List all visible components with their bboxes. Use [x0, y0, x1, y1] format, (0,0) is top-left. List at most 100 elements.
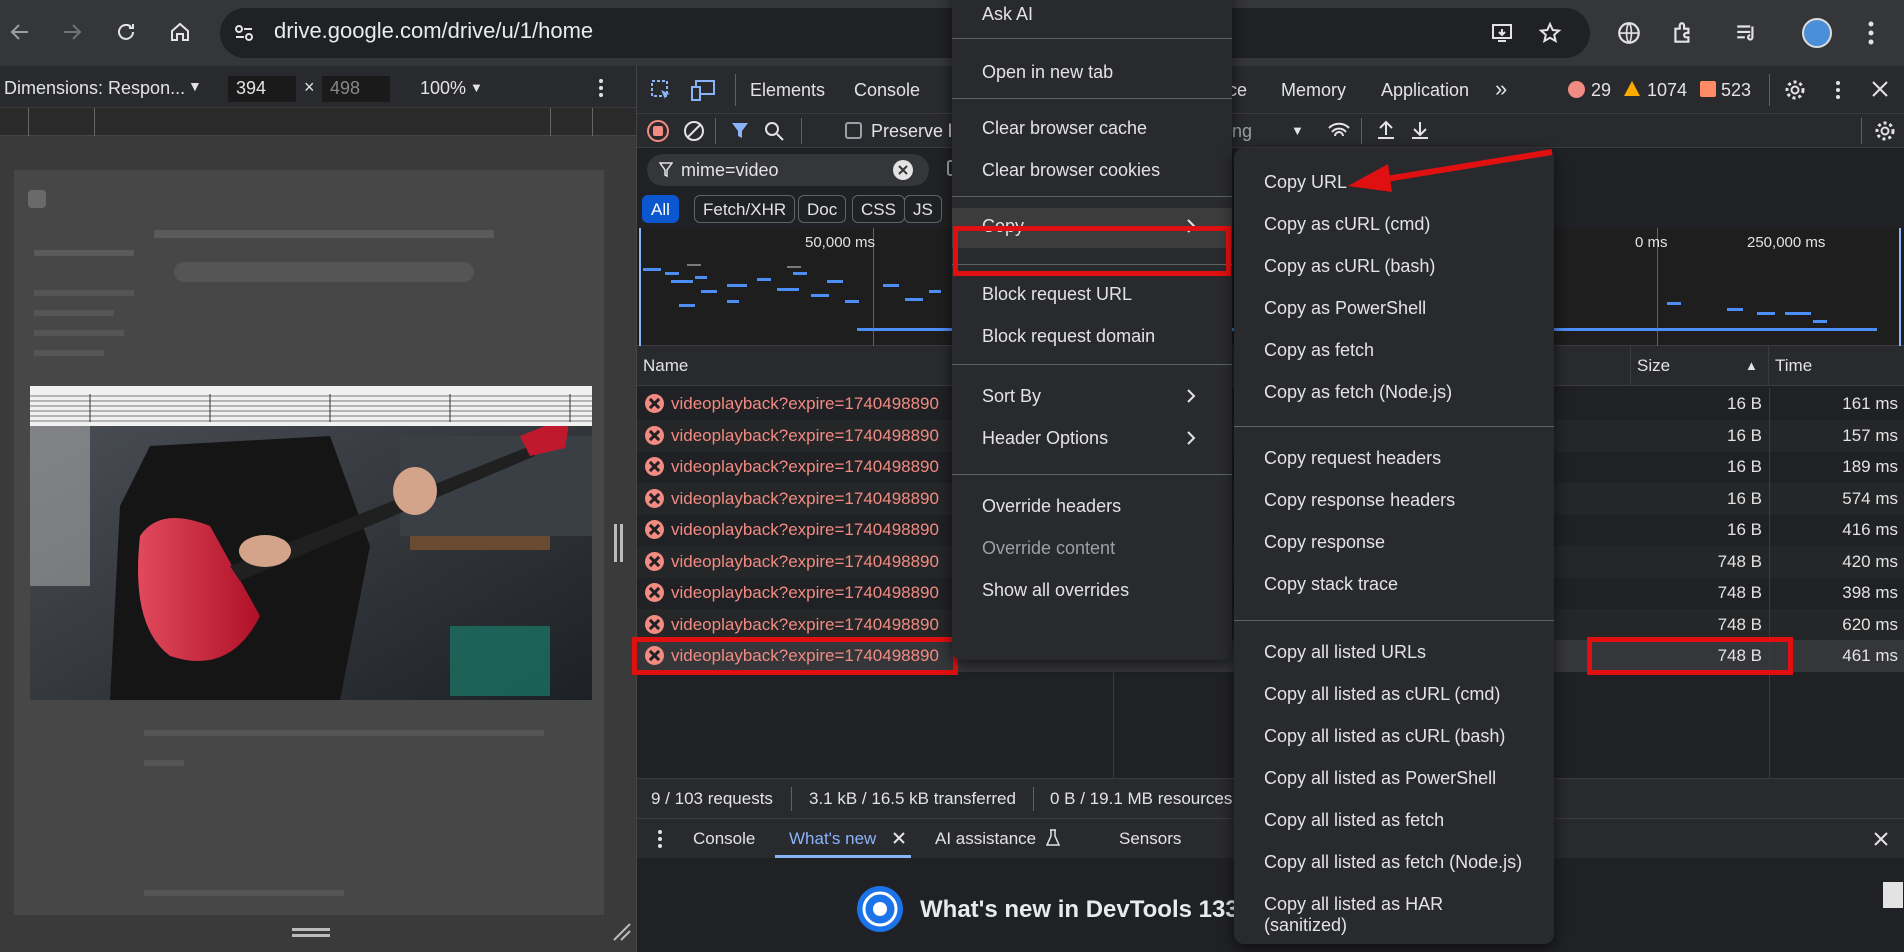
- issues-count[interactable]: 523: [1721, 80, 1751, 101]
- tab-application[interactable]: Application: [1381, 80, 1469, 101]
- media-controls-icon[interactable]: [1734, 20, 1760, 46]
- column-name[interactable]: Name: [643, 356, 688, 376]
- menu-item-copy-fetch-node[interactable]: Copy as fetch (Node.js): [1234, 374, 1554, 414]
- menu-item-block-domain[interactable]: Block request domain: [952, 318, 1232, 358]
- network-settings-icon[interactable]: [1873, 119, 1897, 143]
- menu-item-sort-by[interactable]: Sort By: [952, 378, 1232, 418]
- url-text[interactable]: drive.google.com/drive/u/1/home: [274, 18, 593, 44]
- menu-item-copy-response[interactable]: Copy response: [1234, 524, 1554, 564]
- drawer-tab-sensors[interactable]: Sensors: [1119, 829, 1181, 849]
- chevron-down-icon[interactable]: ▼: [1291, 123, 1304, 138]
- type-filter-doc[interactable]: Doc: [798, 195, 847, 223]
- menu-item-ask-ai[interactable]: Ask AI: [952, 0, 1232, 36]
- menu-item-copy-fetch[interactable]: Copy as fetch: [1234, 332, 1554, 372]
- request-name[interactable]: videoplayback?expire=1740498890: [671, 426, 939, 446]
- settings-gear-icon[interactable]: [1783, 78, 1807, 102]
- menu-item-copy-request-headers[interactable]: Copy request headers: [1234, 440, 1554, 480]
- menu-item-copy-all-curl-cmd[interactable]: Copy all listed as cURL (cmd): [1234, 676, 1554, 716]
- menu-item-block-url[interactable]: Block request URL: [952, 276, 1232, 316]
- request-name[interactable]: videoplayback?expire=1740498890: [671, 489, 939, 509]
- type-filter-css[interactable]: CSS: [852, 195, 905, 223]
- bookmark-star-icon[interactable]: [1538, 21, 1562, 45]
- warning-count[interactable]: 1074: [1647, 80, 1687, 101]
- close-devtools-icon[interactable]: [1871, 80, 1889, 98]
- chevron-down-icon[interactable]: ▼: [470, 80, 483, 95]
- request-name[interactable]: videoplayback?expire=1740498890: [671, 394, 939, 414]
- menu-item-override-headers[interactable]: Override headers: [952, 488, 1232, 528]
- clear-icon[interactable]: [683, 120, 705, 142]
- tab-memory[interactable]: Memory: [1281, 80, 1346, 101]
- more-options-icon[interactable]: [598, 78, 604, 98]
- install-app-icon[interactable]: [1490, 21, 1514, 45]
- filter-text[interactable]: mime=video: [681, 160, 779, 181]
- export-har-icon[interactable]: [1409, 119, 1431, 141]
- clear-filter-icon[interactable]: [893, 160, 913, 180]
- menu-item-copy-powershell[interactable]: Copy as PowerShell: [1234, 290, 1554, 330]
- drawer-tab-console[interactable]: Console: [693, 829, 755, 849]
- preserve-log-label[interactable]: Preserve lo: [871, 121, 962, 142]
- type-filter-fetch-xhr[interactable]: Fetch/XHR: [694, 195, 796, 223]
- menu-item-copy-curl-bash[interactable]: Copy as cURL (bash): [1234, 248, 1554, 288]
- inspect-element-icon[interactable]: [649, 78, 673, 102]
- zoom-dropdown[interactable]: 100%: [420, 78, 466, 99]
- menu-item-open-new-tab[interactable]: Open in new tab: [952, 54, 1232, 94]
- column-time[interactable]: Time: [1775, 356, 1812, 376]
- profile-avatar[interactable]: [1802, 18, 1832, 48]
- back-icon[interactable]: [2, 14, 38, 50]
- device-toggle-icon[interactable]: [691, 78, 717, 102]
- record-stop-icon[interactable]: [647, 120, 669, 142]
- menu-item-copy-all-powershell[interactable]: Copy all listed as PowerShell: [1234, 760, 1554, 800]
- forward-icon[interactable]: [54, 14, 90, 50]
- resize-corner-icon[interactable]: [612, 922, 632, 942]
- translate-icon[interactable]: [1616, 20, 1642, 46]
- more-tabs-icon[interactable]: »: [1495, 76, 1507, 102]
- drawer-menu-icon[interactable]: [657, 829, 663, 849]
- height-input[interactable]: 498: [322, 76, 390, 102]
- dimensions-dropdown[interactable]: Dimensions: Respon...: [4, 78, 185, 99]
- error-count[interactable]: 29: [1591, 80, 1611, 101]
- request-name[interactable]: videoplayback?expire=1740498890: [671, 520, 939, 540]
- drawer-tab-whats-new[interactable]: What's new: [789, 829, 876, 849]
- column-size[interactable]: Size: [1637, 356, 1670, 376]
- filter-icon[interactable]: [729, 119, 753, 143]
- menu-item-clear-cache[interactable]: Clear browser cache: [952, 110, 1232, 150]
- tab-elements[interactable]: Elements: [750, 80, 825, 101]
- chrome-menu-icon[interactable]: [1866, 20, 1876, 46]
- reload-icon[interactable]: [108, 14, 144, 50]
- menu-item-clear-cookies[interactable]: Clear browser cookies: [952, 152, 1232, 192]
- chevron-down-icon[interactable]: ▼: [188, 78, 202, 94]
- menu-item-copy-all-urls[interactable]: Copy all listed URLs: [1234, 634, 1554, 674]
- menu-item-header-options[interactable]: Header Options: [952, 420, 1232, 460]
- tab-console[interactable]: Console: [854, 80, 920, 101]
- site-info-icon[interactable]: [232, 21, 256, 45]
- home-icon[interactable]: [162, 14, 198, 50]
- search-icon[interactable]: [763, 120, 785, 142]
- menu-item-copy-response-headers[interactable]: Copy response headers: [1234, 482, 1554, 522]
- request-name[interactable]: videoplayback?expire=1740498890: [671, 457, 939, 477]
- menu-item-copy-stack-trace[interactable]: Copy stack trace: [1234, 566, 1554, 606]
- request-name[interactable]: videoplayback?expire=1740498890: [671, 583, 939, 603]
- menu-item-copy-all-curl-bash[interactable]: Copy all listed as cURL (bash): [1234, 718, 1554, 758]
- menu-item-copy-curl-cmd[interactable]: Copy as cURL (cmd): [1234, 206, 1554, 246]
- close-tab-icon[interactable]: [892, 831, 906, 845]
- menu-item-copy-all-fetch-node[interactable]: Copy all listed as fetch (Node.js): [1234, 844, 1554, 884]
- preserve-log-checkbox[interactable]: [845, 122, 862, 139]
- width-input[interactable]: 394: [228, 76, 296, 102]
- type-filter-all[interactable]: All: [642, 195, 679, 223]
- menu-item-copy-all-fetch[interactable]: Copy all listed as fetch: [1234, 802, 1554, 842]
- request-name[interactable]: videoplayback?expire=1740498890: [671, 615, 939, 635]
- drawer-tab-ai-assistance[interactable]: AI assistance: [935, 829, 1036, 849]
- menu-item-copy-all-har[interactable]: Copy all listed as HAR (sanitized): [1234, 886, 1554, 935]
- resize-handle-vertical[interactable]: [614, 524, 617, 562]
- filter-input[interactable]: mime=video: [647, 154, 929, 186]
- network-conditions-icon[interactable]: [1327, 120, 1351, 142]
- type-filter-js[interactable]: JS: [904, 195, 942, 223]
- menu-item-show-overrides[interactable]: Show all overrides: [952, 572, 1232, 612]
- import-har-icon[interactable]: [1375, 119, 1397, 141]
- request-name[interactable]: videoplayback?expire=1740498890: [671, 552, 939, 572]
- devtools-menu-icon[interactable]: [1835, 80, 1841, 100]
- resize-handle-horizontal[interactable]: [292, 928, 330, 931]
- extensions-icon[interactable]: [1670, 20, 1696, 46]
- scrollbar-thumb[interactable]: [1883, 882, 1903, 908]
- close-drawer-icon[interactable]: [1873, 831, 1889, 847]
